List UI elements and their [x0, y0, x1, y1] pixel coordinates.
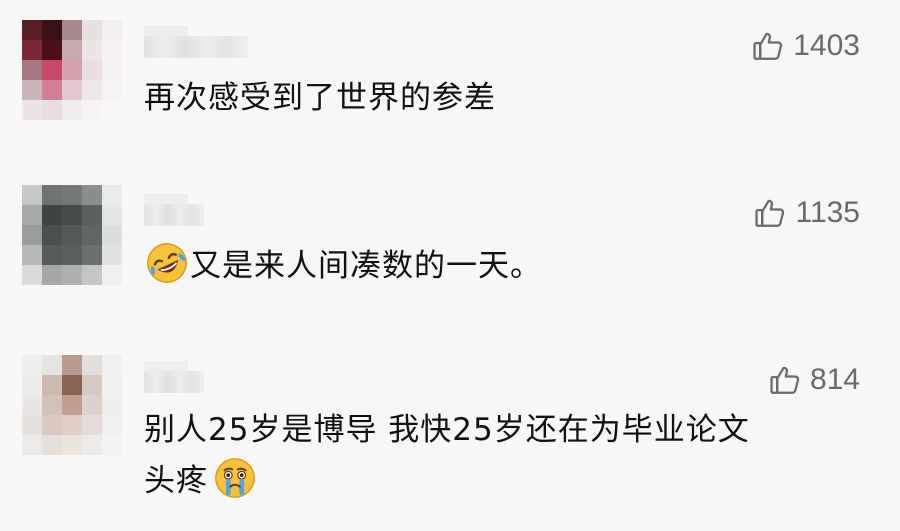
username[interactable] — [144, 194, 204, 226]
comment-item: 1403 再次感受到了世界的参差 — [0, 0, 900, 160]
comment-text-line-2: 头疼 — [144, 455, 750, 506]
like-button[interactable]: 814 — [768, 363, 860, 397]
comment-item: 1135 又是来人间凑数的一天。 — [0, 160, 900, 335]
thumbs-up-icon — [755, 199, 785, 227]
like-button[interactable]: 1403 — [751, 29, 860, 63]
username[interactable] — [144, 26, 248, 58]
crying-face-emoji — [215, 458, 255, 498]
comment-text: 别人25岁是博导 我快25岁还在为毕业论文 头疼 — [144, 405, 750, 506]
comment-text-line: 头疼 — [144, 463, 208, 499]
like-count: 1403 — [793, 29, 860, 62]
comment-text-line: 又是来人间凑数的一天。 — [190, 248, 542, 284]
comment-text: 再次感受到了世界的参差 — [144, 73, 496, 123]
comment-item: 814 别人25岁是博导 我快25岁还在为毕业论文 头疼 — [0, 335, 900, 531]
like-button[interactable]: 1135 — [753, 196, 860, 230]
comment-text-line: 别人25岁是博导 我快25岁还在为毕业论文 — [144, 412, 750, 448]
avatar[interactable] — [22, 185, 122, 285]
rolling-on-floor-laughing-emoji — [147, 243, 187, 283]
like-count: 814 — [809, 363, 860, 396]
avatar[interactable] — [22, 355, 122, 455]
comment-text: 又是来人间凑数的一天。 — [144, 240, 542, 291]
avatar[interactable] — [22, 20, 122, 120]
thumbs-up-icon — [770, 366, 800, 394]
thumbs-up-icon — [753, 32, 783, 60]
comment-text-line: 再次感受到了世界的参差 — [144, 80, 496, 116]
like-count: 1135 — [795, 196, 860, 229]
username[interactable] — [144, 361, 204, 393]
